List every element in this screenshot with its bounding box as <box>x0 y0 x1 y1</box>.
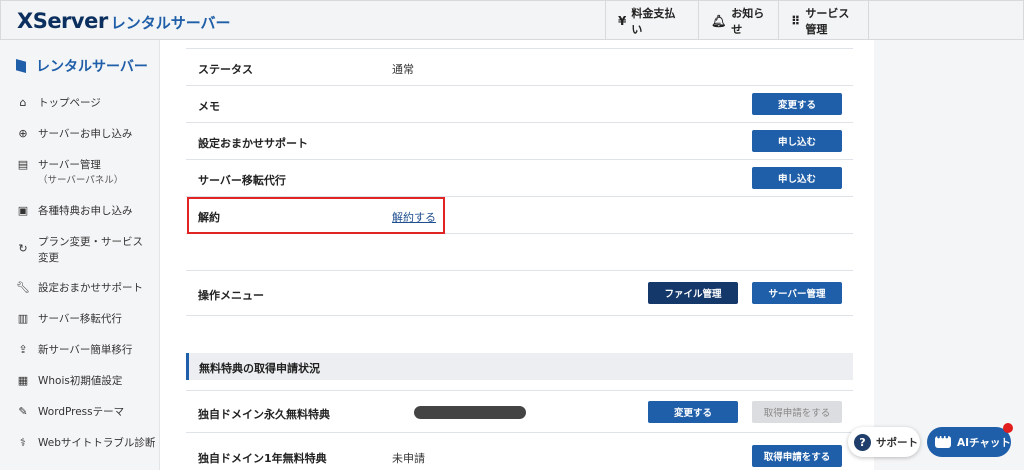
sidebar-item-label: Webサイトトラブル診断 <box>38 437 156 449</box>
status-row: ステータス 通常 <box>186 49 853 86</box>
right-background <box>874 40 1024 470</box>
chat-bubble-icon <box>935 433 951 448</box>
sidebar: レンタルサーバー ⌂ トップページ ⊕ サーバーお申し込み ▤ サーバー管理 （… <box>0 40 160 470</box>
spacer-row <box>186 234 853 271</box>
header-nav-notices-label: お知らせ <box>731 6 765 36</box>
row-top-divider <box>186 40 853 49</box>
sidebar-item-server-transfer[interactable]: ▥ サーバー移転代行 <box>16 311 156 327</box>
benefit-status: 未申請 <box>392 452 425 465</box>
ai-chat-button[interactable]: AIチャット <box>927 427 1011 457</box>
rental-server-icon <box>16 59 26 73</box>
benefit-row-permanent-domain: 独自ドメイン永久無料特典 変更する 取得申請をする <box>186 390 853 433</box>
sidebar-item-top-page[interactable]: ⌂ トップページ <box>16 95 156 111</box>
status-label: ステータス <box>198 63 253 76</box>
sidebar-item-label: 設定おまかせサポート <box>38 282 143 294</box>
sidebar-item-label: Whois初期値設定 <box>38 375 123 387</box>
sidebar-item-plan-change[interactable]: ↻ プラン変更・サービス変更 <box>16 234 156 266</box>
header-nav-notices[interactable]: 🔔︎ お知らせ <box>698 1 778 40</box>
section-title: 無料特典の取得申請状況 <box>199 362 320 375</box>
sidebar-item-benefits[interactable]: ▣ 各種特典お申し込み <box>16 203 156 219</box>
benefit-apply-button[interactable]: 取得申請をする <box>752 445 842 467</box>
header-nav-payment[interactable]: ¥ 料金支払い <box>605 1 698 40</box>
sidebar-item-label: プラン変更・サービス変更 <box>38 236 143 264</box>
gift-icon: ▣ <box>17 204 29 217</box>
sidebar-item-label: サーバー移転代行 <box>38 313 122 325</box>
grid-icon: ⠿ <box>791 13 801 28</box>
sidebar-item-label: サーバーお申し込み <box>38 128 133 140</box>
memo-change-button[interactable]: 変更する <box>752 93 842 115</box>
benefit-apply-button-disabled[interactable]: 取得申請をする <box>752 401 842 423</box>
free-benefits-section-header: 無料特典の取得申請状況 <box>186 353 853 380</box>
sidebar-item-easy-migration[interactable]: ⇪ 新サーバー簡単移行 <box>16 342 156 358</box>
sidebar-item-server-application[interactable]: ⊕ サーバーお申し込み <box>16 126 156 142</box>
sidebar-item-whois[interactable]: ▦ Whois初期値設定 <box>16 373 156 389</box>
sidebar-item-label: トップページ <box>38 97 101 109</box>
sidebar-title[interactable]: レンタルサーバー <box>16 56 148 76</box>
sidebar-item-server-management[interactable]: ▤ サーバー管理 （サーバーパネル） <box>16 157 156 189</box>
home-icon: ⌂ <box>19 96 27 109</box>
server-icon: ▤ <box>17 158 29 171</box>
support-button[interactable]: ? サポート <box>848 427 920 457</box>
refresh-icon: ↻ <box>18 242 28 255</box>
operation-menu-row: 操作メニュー ファイル管理 サーバー管理 <box>186 271 853 316</box>
benefit-label: 独自ドメイン永久無料特典 <box>198 408 330 421</box>
masked-domain-value <box>414 406 526 419</box>
sidebar-item-setup-support[interactable]: 🔧︎ 設定おまかせサポート <box>16 280 156 296</box>
sidebar-item-wordpress-theme[interactable]: ✎ WordPressテーマ <box>16 404 156 420</box>
plus-circle-icon: ⊕ <box>18 127 28 140</box>
server-transfer-icon: ▥ <box>17 312 29 325</box>
yen-icon: ¥ <box>618 13 627 28</box>
server-management-button[interactable]: サーバー管理 <box>752 282 842 304</box>
header-nav-payment-label: 料金支払い <box>631 6 676 36</box>
bell-icon: 🔔︎ <box>711 13 727 28</box>
benefit-label: 独自ドメイン1年無料特典 <box>198 452 327 465</box>
logo-main-text: XServer <box>17 9 108 33</box>
memo-row: メモ 変更する <box>186 86 853 123</box>
cancellation-highlight-box <box>187 197 445 234</box>
header-nav-service-management[interactable]: ⠿ サービス管理 <box>778 1 869 40</box>
benefit-row-one-year-domain: 独自ドメイン1年無料特典 未申請 取得申請をする <box>186 433 853 470</box>
sidebar-item-site-diagnosis[interactable]: ⚕ Webサイトトラブル診断 <box>16 435 156 451</box>
status-value: 通常 <box>392 63 414 76</box>
top-header: XServer レンタルサーバー ¥ 料金支払い 🔔︎ お知らせ ⠿ サービス管… <box>0 0 1024 40</box>
sidebar-title-label: レンタルサーバー <box>36 59 148 75</box>
document-icon: ▦ <box>17 374 29 387</box>
sidebar-item-label: 各種特典お申し込み <box>38 205 133 217</box>
sidebar-item-label: WordPressテーマ <box>38 406 125 418</box>
setup-support-apply-button[interactable]: 申し込む <box>752 130 842 152</box>
server-transfer-label: サーバー移転代行 <box>198 174 286 187</box>
sidebar-item-sublabel: （サーバーパネル） <box>38 175 124 186</box>
ai-chat-label: AIチャット <box>957 436 1011 449</box>
operation-menu-label: 操作メニュー <box>198 289 264 302</box>
header-nav-service-label: サービス管理 <box>805 6 850 36</box>
support-label: サポート <box>876 436 918 449</box>
sidebar-item-label-group: サーバー管理 （サーバーパネル） <box>38 157 123 189</box>
file-management-button[interactable]: ファイル管理 <box>648 282 738 304</box>
logo-sub-text: レンタルサーバー <box>110 14 231 32</box>
server-transfer-apply-button[interactable]: 申し込む <box>752 167 842 189</box>
xserver-logo[interactable]: XServer レンタルサーバー <box>17 9 231 33</box>
upload-icon: ⇪ <box>18 343 28 356</box>
main-content: ステータス 通常 メモ 変更する 設定おまかせサポート 申し込む サーバー移転代… <box>160 40 874 470</box>
benefit-change-button[interactable]: 変更する <box>648 401 738 423</box>
edit-icon: ✎ <box>18 405 28 418</box>
wrench-icon: 🔧︎ <box>16 281 30 294</box>
setup-support-row: 設定おまかせサポート 申し込む <box>186 123 853 160</box>
question-icon: ? <box>854 433 871 451</box>
sidebar-item-label: サーバー管理 <box>38 159 101 171</box>
server-transfer-row: サーバー移転代行 申し込む <box>186 160 853 197</box>
setup-support-label: 設定おまかせサポート <box>198 137 308 150</box>
memo-label: メモ <box>198 100 220 113</box>
stethoscope-icon: ⚕ <box>20 436 26 449</box>
notification-dot <box>1003 423 1013 433</box>
sidebar-item-label: 新サーバー簡単移行 <box>38 344 133 356</box>
